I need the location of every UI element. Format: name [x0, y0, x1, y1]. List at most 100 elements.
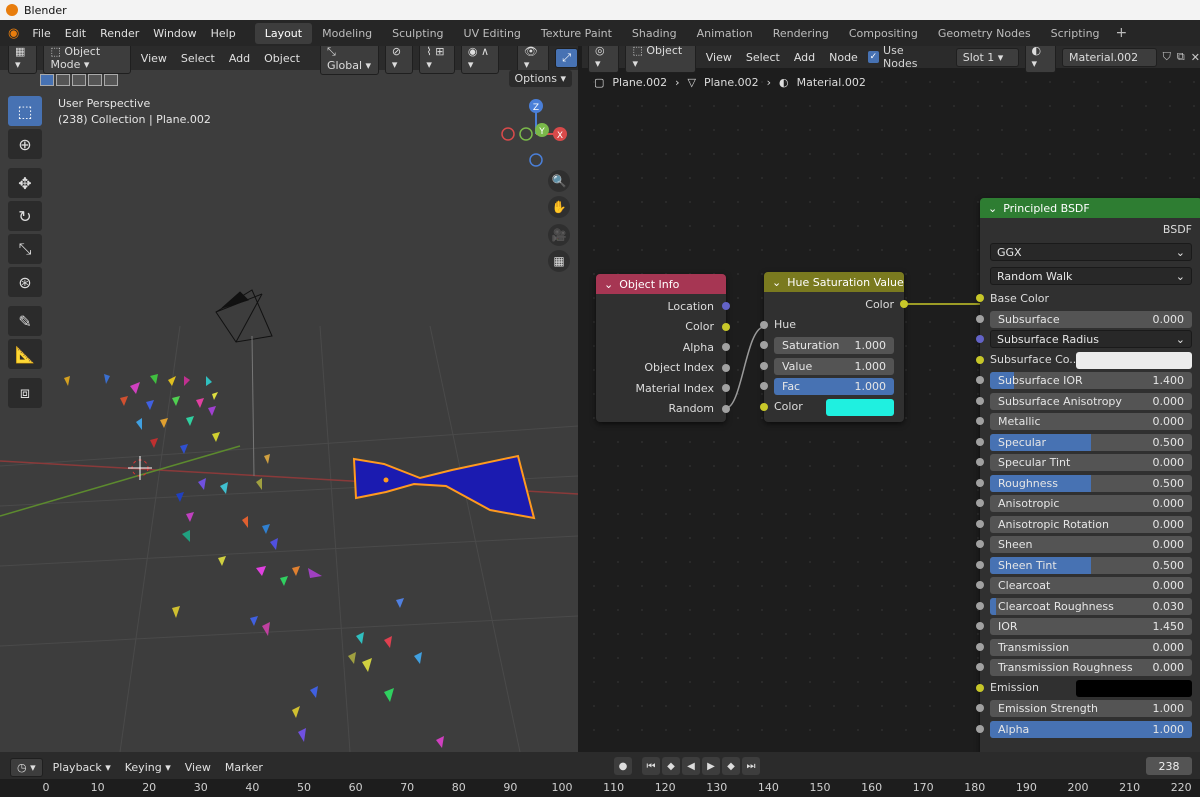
menu-render[interactable]: Render	[93, 27, 146, 40]
3d-viewport[interactable]: ▦ ▾ ⬚ Object Mode ▾ View Select Add Obje…	[0, 46, 578, 752]
collapse-chevron-icon[interactable]: ⌄	[988, 202, 997, 215]
object-info-node-header[interactable]: ⌄ Object Info	[596, 274, 726, 294]
param-socket[interactable]	[976, 663, 984, 672]
timeline[interactable]: ◷ ▾ Playback ▾ Keying ▾ View Marker ● ⏮ …	[0, 752, 1200, 797]
param-field[interactable]: IOR 1.450	[990, 618, 1192, 635]
measure-tool-icon[interactable]: 📐	[8, 339, 42, 369]
viewport-menu-select[interactable]: Select	[177, 52, 219, 65]
workspace-tab-animation[interactable]: Animation	[687, 23, 763, 44]
socket-object-index-dot[interactable]	[722, 363, 730, 372]
workspace-tab-rendering[interactable]: Rendering	[763, 23, 839, 44]
param-socket[interactable]	[976, 519, 984, 528]
jump-start-icon[interactable]: ⏮	[642, 757, 660, 775]
menu-edit[interactable]: Edit	[58, 27, 93, 40]
emission-strength-socket[interactable]	[976, 704, 984, 713]
param-socket[interactable]	[976, 540, 984, 549]
distribution-dropdown[interactable]: GGX ⌄	[990, 243, 1192, 261]
subsurface-field[interactable]: Subsurface 0.000	[990, 310, 1192, 328]
subsurface-radius-socket[interactable]	[976, 335, 984, 344]
options-dropdown[interactable]: Options ▾	[508, 70, 572, 87]
emission-socket[interactable]	[976, 683, 984, 692]
param-field[interactable]: Sheen Tint 0.500	[990, 556, 1192, 574]
param-socket[interactable]	[976, 622, 984, 631]
param-field[interactable]: Specular 0.500	[990, 433, 1192, 451]
workspace-tab-uv-editing[interactable]: UV Editing	[454, 23, 531, 44]
select-box-tool-icon[interactable]: ⬚	[8, 96, 42, 126]
workspace-tab-layout[interactable]: Layout	[254, 22, 313, 44]
ortho-grid-icon[interactable]: ▦	[548, 250, 570, 272]
select-subtract-icon[interactable]	[72, 74, 86, 86]
param-socket[interactable]	[976, 478, 984, 487]
play-icon[interactable]: ▶	[702, 757, 720, 775]
hsv-fac-field[interactable]: Fac 1.000	[774, 378, 894, 395]
timeline-ruler[interactable]: 0 10 20 30 40 50 60 70 80 90 100 110 120 130 140 150 160…	[0, 779, 1200, 797]
param-socket[interactable]	[976, 581, 984, 590]
param-field[interactable]: Transmission Roughness 0.000	[990, 659, 1192, 676]
param-socket[interactable]	[976, 458, 984, 467]
blender-menu-icon[interactable]: ◉	[8, 26, 25, 41]
timeline-menu-keying[interactable]: Keying ▾	[121, 761, 175, 774]
param-field[interactable]: Specular Tint 0.000	[990, 454, 1192, 471]
collapse-chevron-icon[interactable]: ⌄	[772, 276, 781, 289]
viewport-menu-object[interactable]: Object	[260, 52, 304, 65]
param-socket[interactable]	[976, 601, 984, 610]
param-field[interactable]: Anisotropic 0.000	[990, 495, 1192, 512]
timeline-menu-playback[interactable]: Playback ▾	[49, 761, 115, 774]
menu-window[interactable]: Window	[146, 27, 203, 40]
hue-saturation-value-node[interactable]: ⌄ Hue Saturation Value Color Hue Saturat…	[760, 272, 908, 422]
socket-color-dot[interactable]	[722, 322, 730, 331]
timeline-menu-marker[interactable]: Marker	[221, 761, 267, 774]
collapse-chevron-icon[interactable]: ⌄	[604, 278, 613, 291]
hsv-color-swatch[interactable]	[826, 398, 894, 416]
alpha-field[interactable]: Alpha 1.000	[990, 720, 1192, 738]
param-field[interactable]: Metallic 0.000	[990, 413, 1192, 430]
hsv-saturation-field[interactable]: Saturation 1.000	[774, 337, 894, 354]
principled-bsdf-node[interactable]: ⌄ Principled BSDF BSDF GGX ⌄ Random Walk…	[976, 198, 1200, 752]
hsv-node-header[interactable]: ⌄ Hue Saturation Value	[764, 272, 904, 292]
hsv-fac-socket[interactable]	[760, 382, 768, 391]
param-field[interactable]: Clearcoat 0.000	[990, 577, 1192, 594]
prev-keyframe-icon[interactable]: ◆	[662, 757, 680, 775]
subsurface-color-socket[interactable]	[976, 355, 984, 364]
param-field[interactable]: Transmission 0.000	[990, 638, 1192, 656]
param-socket[interactable]	[976, 314, 984, 323]
param-field[interactable]: Roughness 0.500	[990, 474, 1192, 492]
hsv-saturation-socket[interactable]	[760, 341, 768, 350]
emission-strength-field[interactable]: Emission Strength 1.000	[990, 700, 1192, 717]
hsv-value-field[interactable]: Value 1.000	[774, 357, 894, 375]
emission-color-swatch[interactable]	[1076, 679, 1192, 697]
annotate-tool-icon[interactable]: ✎	[8, 306, 42, 336]
move-tool-icon[interactable]: ✥	[8, 168, 42, 198]
jump-end-icon[interactable]: ⏭	[742, 757, 760, 775]
workspace-tab-geometry-nodes[interactable]: Geometry Nodes	[928, 23, 1041, 44]
record-icon[interactable]: ●	[614, 757, 632, 775]
param-socket[interactable]	[976, 376, 984, 385]
workspace-tab-texture-paint[interactable]: Texture Paint	[531, 23, 622, 44]
menu-file[interactable]: File	[25, 27, 57, 40]
cursor-tool-icon[interactable]: ⊕	[8, 129, 42, 159]
scale-tool-icon[interactable]: ⤡	[8, 234, 42, 264]
alpha-socket[interactable]	[976, 724, 984, 733]
add-workspace-button[interactable]: +	[1110, 25, 1134, 41]
navigation-gizmo[interactable]: Z X Y	[498, 96, 572, 170]
camera-view-icon[interactable]: 🎥	[548, 224, 570, 246]
play-reverse-icon[interactable]: ◀	[682, 757, 700, 775]
workspace-tab-shading[interactable]: Shading	[622, 23, 687, 44]
current-frame-field[interactable]: 238	[1146, 757, 1192, 775]
param-field[interactable]: Subsurface Anisotropy 0.000	[990, 392, 1192, 410]
param-field[interactable]: Clearcoat Roughness 0.030	[990, 597, 1192, 615]
param-socket[interactable]	[976, 396, 984, 405]
param-socket[interactable]	[976, 437, 984, 446]
next-keyframe-icon[interactable]: ◆	[722, 757, 740, 775]
base-color-socket[interactable]	[976, 294, 984, 303]
menu-help[interactable]: Help	[204, 27, 243, 40]
gizmo-toggle-icon[interactable]: ⤢	[555, 48, 578, 68]
shader-node-editor[interactable]: ◎ ▾ ⬚ Object ▾ View Select Add Node ✓ Use…	[582, 46, 1200, 752]
rotate-tool-icon[interactable]: ↻	[8, 201, 42, 231]
hsv-value-socket[interactable]	[760, 361, 768, 370]
hsv-hue-socket[interactable]	[760, 320, 768, 329]
select-intersect-icon[interactable]	[104, 74, 118, 86]
workspace-tab-scripting[interactable]: Scripting	[1041, 23, 1110, 44]
workspace-tab-compositing[interactable]: Compositing	[839, 23, 928, 44]
workspace-tab-modeling[interactable]: Modeling	[312, 23, 382, 44]
